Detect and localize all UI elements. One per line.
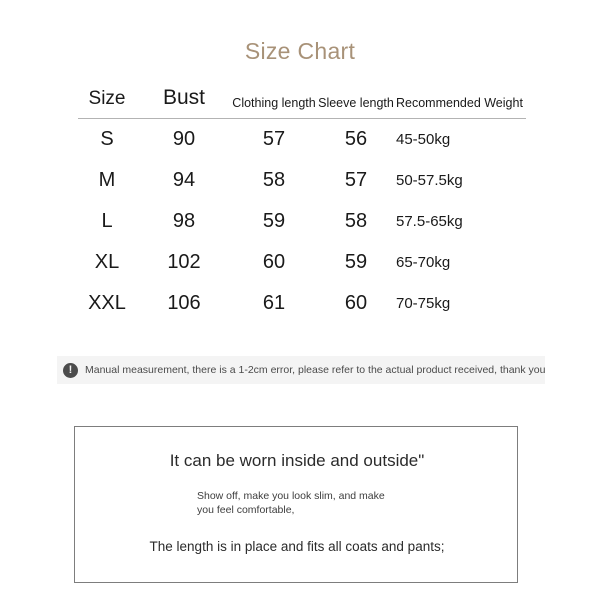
column-header-clothing-length: Clothing length [232,95,316,110]
cell-clothing-length: 61 [262,291,286,314]
column-header-bust: Bust [162,86,206,109]
table-row: XL 102 60 59 65-70kg [78,242,526,283]
promo-subtext: Show off, make you look slim, and make y… [197,489,385,517]
table-row: M 94 58 57 50-57.5kg [78,160,526,201]
cell-bust: 98 [172,209,196,232]
cell-sleeve-length: 57 [344,168,368,191]
cell-bust: 90 [172,127,196,150]
table-header-row: Size Bust Clothing length Sleeve length … [78,86,526,118]
cell-bust: 94 [172,168,196,191]
exclamation-circle-icon: ! [63,362,78,378]
promo-footer-text: The length is in place and fits all coat… [149,539,445,554]
column-header-size: Size [88,88,126,109]
promo-subtext-line-2: you feel comfortable, [197,504,295,517]
cell-clothing-length: 58 [262,168,286,191]
column-header-sleeve-length: Sleeve length [318,95,394,110]
cell-recommended-weight: 45-50kg [396,130,451,148]
cell-size: L [101,209,113,232]
cell-sleeve-length: 58 [344,209,368,232]
cell-recommended-weight: 50-57.5kg [396,171,463,189]
cell-clothing-length: 57 [262,127,286,150]
cell-sleeve-length: 59 [344,250,368,273]
cell-bust: 106 [167,291,201,314]
cell-size: XXL [88,291,126,314]
page-title: Size Chart [244,38,356,64]
promo-headline: It can be worn inside and outside" [169,451,425,470]
cell-recommended-weight: 65-70kg [396,253,451,271]
column-header-recommended-weight: Recommended Weight [396,95,523,110]
measurement-notice-text: Manual measurement, there is a 1-2cm err… [85,364,546,376]
table-row: S 90 57 56 45-50kg [78,119,526,160]
table-row: L 98 59 58 57.5-65kg [78,201,526,242]
cell-size: XL [94,250,120,273]
promo-box: It can be worn inside and outside" Show … [74,426,518,583]
cell-size: M [98,168,116,191]
cell-bust: 102 [167,250,201,273]
table-row: XXL 106 61 60 70-75kg [78,283,526,324]
measurement-notice-bar: ! Manual measurement, there is a 1-2cm e… [57,356,546,384]
cell-clothing-length: 60 [262,250,286,273]
cell-size: S [100,127,114,150]
size-chart-table: Size Bust Clothing length Sleeve length … [78,86,526,324]
cell-sleeve-length: 60 [344,291,368,314]
cell-clothing-length: 59 [262,209,286,232]
cell-sleeve-length: 56 [344,127,368,150]
promo-subtext-line-1: Show off, make you look slim, and make [197,490,385,502]
cell-recommended-weight: 57.5-65kg [396,212,463,230]
cell-recommended-weight: 70-75kg [396,294,451,312]
